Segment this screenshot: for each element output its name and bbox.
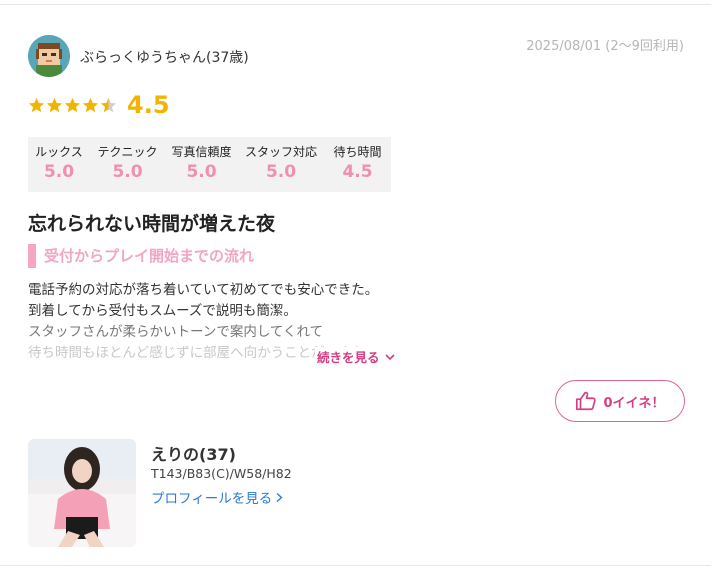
- review-date: 2025/08/01 (2〜9回利用): [526, 39, 684, 54]
- section-heading: 受付からプレイ開始までの流れ: [28, 244, 254, 268]
- girl-name[interactable]: えりの(37): [151, 441, 236, 465]
- profile-link-label: プロフィールを見る: [151, 491, 273, 507]
- girl-sizes: T143/B83(C)/W58/H82: [151, 466, 292, 481]
- rating-label: テクニック: [97, 145, 158, 159]
- star-icon: [64, 97, 81, 113]
- rating-value: 5.0: [43, 162, 75, 182]
- review-card: ぶらっくゆうちゃん(37歳) 2025/08/01 (2〜9回利用) 4.5 ル…: [0, 4, 711, 566]
- overall-score: 4.5: [127, 91, 170, 119]
- body-line: 到着してから受付もスムーズで説明も簡潔。: [28, 303, 297, 319]
- reviewer-avatar[interactable]: [28, 35, 70, 77]
- like-count-label: 0イイネ！: [603, 395, 665, 411]
- like-button[interactable]: 0イイネ！: [555, 380, 685, 422]
- rating-label: 写真信頼度: [171, 145, 232, 159]
- rating-label: スタッフ対応: [244, 145, 317, 159]
- rating-table: ルックス 5.0 テクニック 5.0 写真信頼度 5.0 スタッフ対応 5.0 待ち時間 4.5: [28, 137, 391, 192]
- pixel-avatar-icon: [28, 35, 70, 77]
- rating-item: ルックス 5.0: [28, 137, 90, 192]
- girl-photo[interactable]: [28, 439, 136, 547]
- star-rating: [28, 97, 118, 114]
- rating-value: 5.0: [186, 162, 217, 182]
- star-icon: [28, 97, 45, 113]
- rating-item: 待ち時間 4.5: [324, 137, 391, 192]
- star-icon: [82, 97, 99, 113]
- rating-item: スタッフ対応 5.0: [238, 137, 324, 192]
- profile-link[interactable]: プロフィールを見る: [151, 487, 284, 507]
- read-more-label: 続きを見る: [317, 350, 380, 365]
- reviewer-name: ぶらっくゆうちゃん(37歳): [80, 50, 249, 66]
- chevron-down-icon: [384, 353, 395, 360]
- thumbs-up-icon: [576, 391, 597, 411]
- star-icon: [46, 97, 63, 113]
- rating-value: 5.0: [265, 162, 297, 182]
- rating-item: 写真信頼度 5.0: [165, 137, 238, 192]
- chevron-right-icon: [276, 492, 283, 502]
- read-more-link[interactable]: 続きを見る: [315, 347, 396, 366]
- review-title: 忘れられない時間が増えた夜: [28, 213, 276, 235]
- body-line: スタッフさんが柔らかいトーンで案内してくれて: [28, 324, 324, 340]
- star-icon: [100, 97, 117, 113]
- rating-label: 待ち時間: [333, 145, 382, 159]
- girl-photo-image: [28, 439, 136, 547]
- rating-item: テクニック 5.0: [90, 137, 165, 192]
- body-line: 電話予約の対応が落ち着いていて初めてでも安心できた。: [28, 282, 379, 298]
- rating-label: ルックス: [35, 145, 83, 159]
- rating-value: 5.0: [112, 162, 143, 182]
- rating-value: 4.5: [342, 162, 373, 182]
